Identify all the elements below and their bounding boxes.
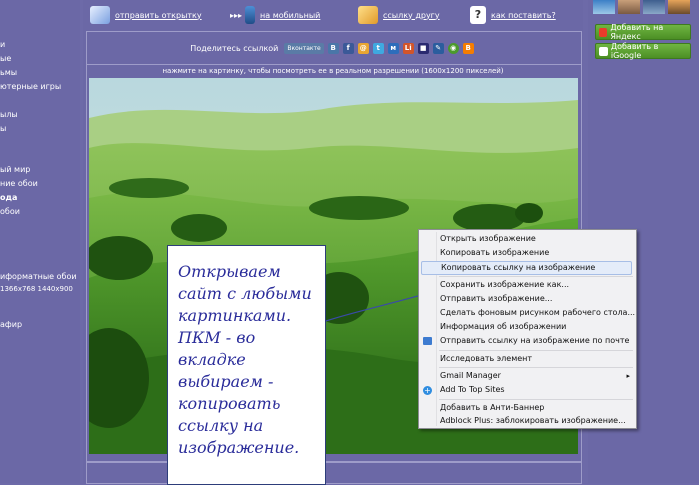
menu-item-gmail-manager[interactable]: Gmail Manager [440,370,632,382]
menu-item-copy-image[interactable]: Копировать изображение [440,247,632,259]
add-plus-icon: + [423,386,432,395]
menu-item-save-image-as[interactable]: Сохранить изображение как... [440,279,632,291]
menu-separator [439,399,633,400]
annotation-text: Открываем сайт с любыми картинками. ПКМ … [178,262,312,457]
menu-item-open-image[interactable]: Открыть изображение [440,233,632,245]
menu-item-add-to-top-sites[interactable]: Add To Top Sites [440,384,632,396]
menu-item-email-image-link[interactable]: Отправить ссылку на изображение по почте [440,335,632,347]
menu-separator [439,276,633,277]
menu-item-adblock-block-image[interactable]: Adblock Plus: заблокировать изображение.… [440,415,632,427]
mail-link-icon [423,337,432,345]
menu-item-set-desktop-background[interactable]: Сделать фоновым рисунком рабочего стола.… [440,307,635,319]
menu-item-image-info[interactable]: Информация об изображении [440,321,632,333]
menu-separator [439,350,633,351]
annotation-note: Открываем сайт с любыми картинками. ПКМ … [167,245,326,485]
context-menu: Открыть изображение Копировать изображен… [418,229,637,429]
menu-item-send-image[interactable]: Отправить изображение... [440,293,632,305]
menu-item-add-to-anti-banner[interactable]: Добавить в Анти-Баннер [440,402,632,414]
menu-separator [439,367,633,368]
submenu-arrow-icon: ▸ [626,372,630,380]
menu-item-copy-image-link[interactable]: Копировать ссылку на изображение [421,261,632,275]
menu-item-inspect-element[interactable]: Исследовать элемент [440,353,632,365]
